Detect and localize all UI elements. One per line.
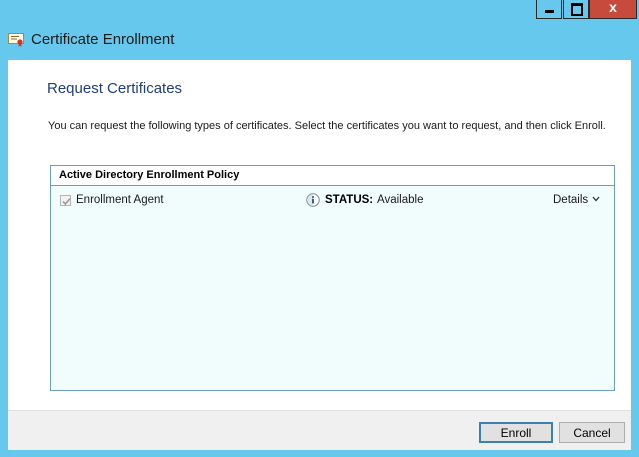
policy-header: Active Directory Enrollment Policy bbox=[51, 166, 614, 186]
enroll-button[interactable]: Enroll bbox=[479, 422, 553, 443]
certificate-row: Enrollment Agent STATUS: Available Detai… bbox=[51, 192, 614, 210]
content-panel: Request Certificates You can request the… bbox=[8, 60, 631, 410]
enrollment-policy-panel: Active Directory Enrollment Policy Enrol… bbox=[50, 165, 615, 391]
status-label: STATUS: bbox=[325, 194, 374, 206]
maximize-button[interactable] bbox=[563, 0, 589, 19]
page-title: Request Certificates bbox=[47, 80, 183, 97]
window-title: Certificate Enrollment bbox=[31, 31, 175, 48]
status-value: Available bbox=[377, 194, 424, 206]
chevron-down-icon bbox=[592, 196, 600, 202]
certificate-enrollment-window: Certificate Enrollment x Request Certifi… bbox=[0, 0, 639, 457]
maximize-icon bbox=[571, 3, 583, 16]
policy-title: Active Directory Enrollment Policy bbox=[59, 169, 240, 181]
cancel-button[interactable]: Cancel bbox=[559, 422, 625, 443]
minimize-icon bbox=[545, 10, 554, 13]
button-bar: Enroll Cancel bbox=[8, 410, 631, 450]
close-icon: x bbox=[609, 0, 617, 15]
info-icon bbox=[306, 193, 320, 207]
enrollment-agent-checkbox[interactable] bbox=[60, 195, 71, 206]
checkmark-icon bbox=[62, 198, 71, 206]
certificate-icon bbox=[8, 33, 24, 47]
page-description: You can request the following types of c… bbox=[48, 120, 606, 132]
details-label: Details bbox=[553, 194, 589, 206]
certificate-name: Enrollment Agent bbox=[76, 194, 164, 206]
close-button[interactable]: x bbox=[589, 0, 637, 19]
minimize-button[interactable] bbox=[536, 0, 562, 19]
details-toggle[interactable]: Details bbox=[553, 194, 600, 206]
